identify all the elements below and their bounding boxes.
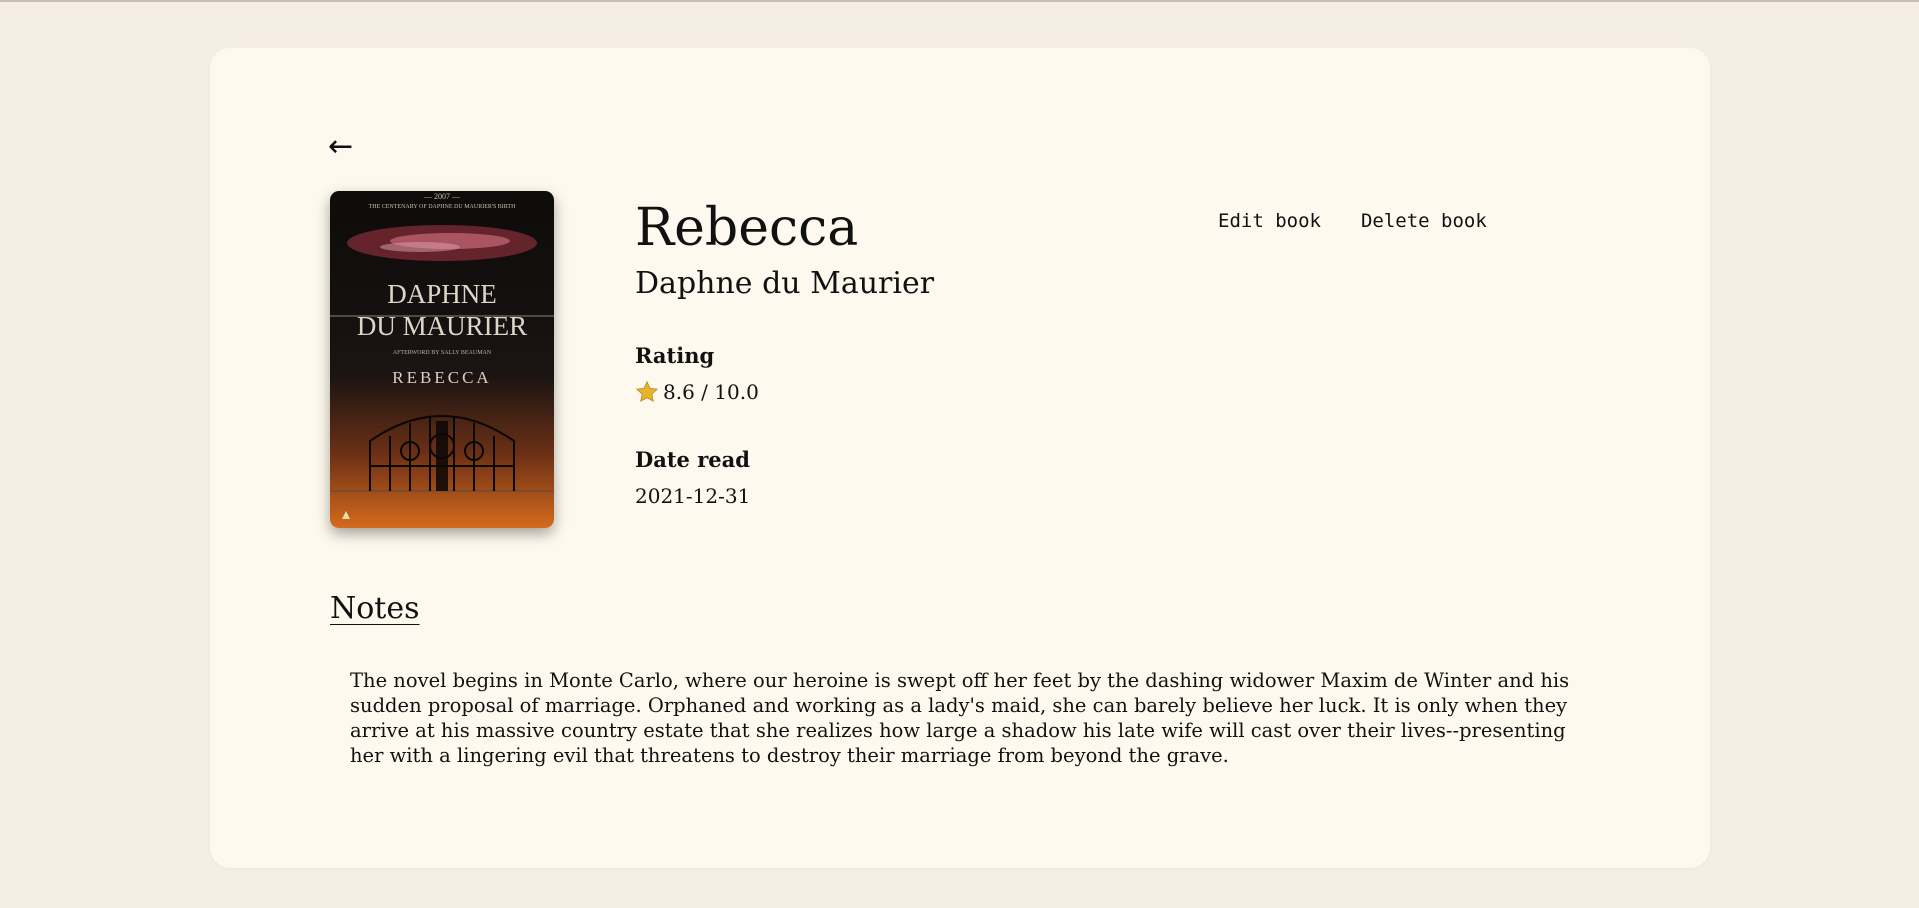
back-arrow-icon[interactable]: ← [328, 132, 353, 162]
book-author: Daphne du Maurier [635, 266, 935, 301]
rating-value: 8.6 / 10.0 [663, 380, 759, 404]
top-border [0, 0, 1919, 2]
cover-author-line2: DU MAURIER [357, 311, 527, 341]
book-detail-card: ← — 2007 — THE CENTENARY OF DAPHNE DU MA… [210, 48, 1710, 868]
notes-heading: Notes [330, 591, 420, 626]
notes-text: The novel begins in Monte Carlo, where o… [350, 669, 1570, 767]
edit-book-button[interactable]: Edit book [1218, 210, 1321, 232]
cover-top-line2: THE CENTENARY OF DAPHNE DU MAURIER'S BIR… [369, 204, 517, 210]
star-icon [635, 380, 659, 402]
cover-top-line1: — 2007 — [423, 192, 461, 201]
rating-label: Rating [635, 343, 715, 368]
book-title: Rebecca [635, 198, 859, 258]
rating-value-row: 8.6 / 10.0 [635, 380, 759, 404]
delete-book-button[interactable]: Delete book [1361, 210, 1487, 232]
date-read-value: 2021-12-31 [635, 484, 750, 508]
cover-author-line1: DAPHNE [387, 279, 497, 309]
date-read-text: 2021-12-31 [635, 484, 751, 508]
book-actions: Edit book Delete book [1218, 210, 1487, 232]
cover-subtitle: AFTERWORD BY SALLY BEAUMAN [393, 350, 492, 356]
cover-title: REBECCA [392, 368, 491, 387]
date-read-label: Date read [635, 447, 750, 472]
book-cover-image: — 2007 — THE CENTENARY OF DAPHNE DU MAUR… [330, 191, 554, 528]
